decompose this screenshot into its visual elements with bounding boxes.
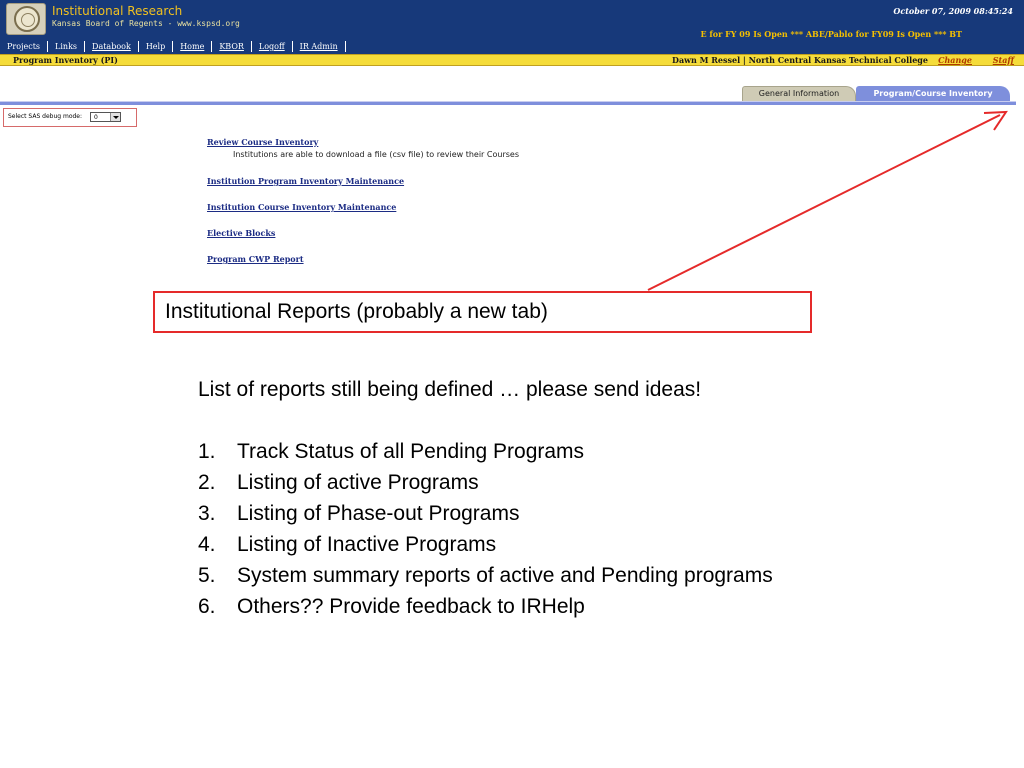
list-item-number: 5. [198,564,216,587]
nav-links[interactable]: Links [48,41,86,52]
site-subtitle: Kansas Board of Regents - www.kspsd.org [52,19,240,28]
list-item-text: Listing of Inactive Programs [237,533,497,556]
arrow-head-icon [983,110,1008,131]
tab-bar-underline [0,101,1016,105]
page-title: Program Inventory (PI) [13,55,118,65]
tab-general-information[interactable]: General Information [742,86,856,101]
user-info: Dawn M Ressel | North Central Kansas Tec… [672,55,928,65]
change-link[interactable]: Change [938,55,972,66]
site-title: Institutional Research [52,4,183,18]
nav-home[interactable]: Home [173,41,213,52]
list-item: 6. Others?? Provide feedback to IRHelp [198,591,798,622]
list-item-text: Listing of Phase-out Programs [237,502,520,525]
list-item-text: Track Status of all Pending Programs [237,440,585,463]
list-item-text: Others?? Provide feedback to IRHelp [237,595,585,618]
program-inventory-maintenance-link[interactable]: Institution Program Inventory Maintenanc… [207,176,404,186]
nav-projects[interactable]: Projects [0,41,49,52]
report-notes: List of reports still being defined … pl… [198,374,798,622]
review-course-inventory-link[interactable]: Review Course Inventory [207,137,318,147]
debug-mode-label: Select SAS debug mode: [8,113,83,120]
list-item: 5. System summary reports of active and P… [198,560,798,591]
nav-kbor[interactable]: KBOR [212,41,252,52]
list-item-number: 3. [198,502,216,525]
list-item-number: 6. [198,595,216,618]
seal-logo-icon [6,3,46,35]
chevron-down-icon [110,113,120,121]
list-item: 1. Track Status of all Pending Programs [198,436,798,467]
report-list: 1. Track Status of all Pending Programs 2… [198,436,798,622]
annotation-callout-text: Institutional Reports (probably a new ta… [165,300,548,323]
list-item-number: 4. [198,533,216,556]
nav-logoff[interactable]: Logoff [252,41,293,52]
nav-help[interactable]: Help [139,41,174,52]
course-inventory-maintenance-link[interactable]: Institution Course Inventory Maintenance [207,202,396,212]
list-item-text: Listing of active Programs [237,471,479,494]
list-item: 4. Listing of Inactive Programs [198,529,798,560]
list-item-number: 1. [198,440,216,463]
tab-program-course-inventory[interactable]: Program/Course Inventory [856,86,1010,101]
list-item-text: System summary reports of active and Pen… [237,564,773,587]
status-ticker: E for FY 09 Is Open *** ABE/Pablo for FY… [700,29,962,39]
debug-mode-panel: Select SAS debug mode: 0 [3,108,137,127]
nav-databook[interactable]: Databook [85,41,139,52]
list-item: 2. Listing of active Programs [198,467,798,498]
debug-mode-select[interactable]: 0 [90,112,121,122]
program-cwp-report-link[interactable]: Program CWP Report [207,254,304,264]
notes-intro: List of reports still being defined … pl… [198,378,702,401]
review-course-inventory-description: Institutions are able to download a file… [233,150,519,159]
annotation-callout: Institutional Reports (probably a new ta… [153,291,812,333]
debug-mode-value: 0 [94,114,98,121]
list-item: 3. Listing of Phase-out Programs [198,498,798,529]
nav-ir-admin[interactable]: IR Admin [293,41,346,52]
datetime-display: October 07, 2009 08:45:24 [893,6,1013,16]
app-header: Institutional Research Kansas Board of R… [0,0,1024,54]
staff-link[interactable]: Staff [993,55,1014,66]
list-item-number: 2. [198,471,216,494]
nav-menu: Projects Links Databook Help Home KBOR L… [0,39,346,54]
elective-blocks-link[interactable]: Elective Blocks [207,228,275,238]
status-bar: Program Inventory (PI) Dawn M Ressel | N… [0,54,1024,66]
annotation-arrow-line [647,114,1001,291]
